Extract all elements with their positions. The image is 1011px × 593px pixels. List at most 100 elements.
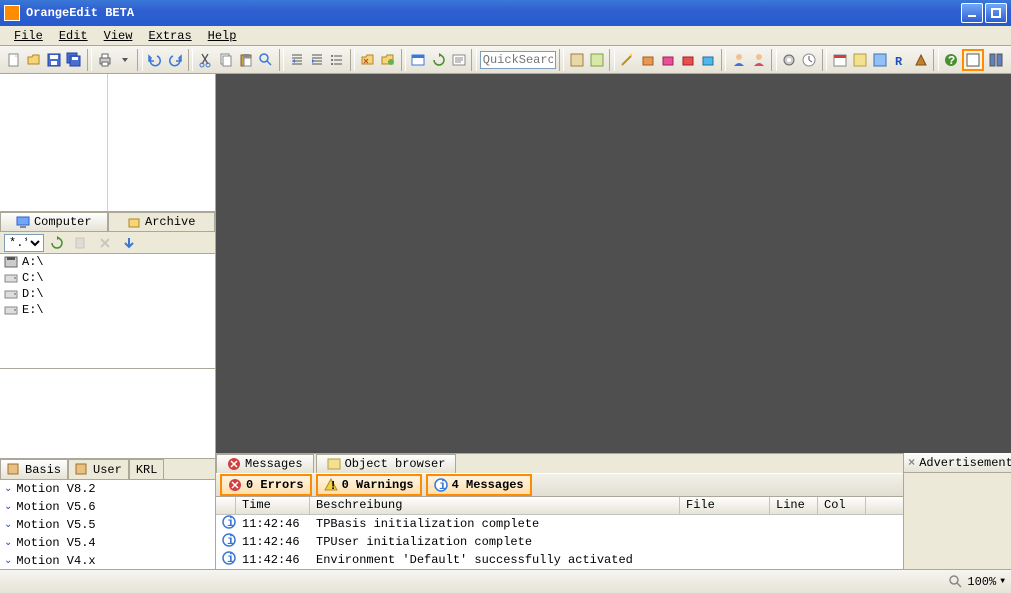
layout-single-icon[interactable] bbox=[962, 49, 984, 71]
help-icon[interactable]: ? bbox=[942, 49, 961, 71]
basis-item[interactable]: ⌄Motion V5.5 bbox=[0, 516, 215, 534]
basis-item[interactable]: ⌄Motion V8.2 bbox=[0, 480, 215, 498]
refresh-icon[interactable] bbox=[429, 49, 448, 71]
save-all-icon[interactable] bbox=[64, 49, 83, 71]
drive-item[interactable]: E:\ bbox=[0, 302, 215, 318]
menubar: File Edit View Extras Help bbox=[0, 26, 1011, 46]
save-icon[interactable] bbox=[44, 49, 63, 71]
tab-basis[interactable]: Basis bbox=[0, 459, 68, 479]
ad-close-button[interactable]: × bbox=[908, 456, 915, 470]
find-icon[interactable] bbox=[257, 49, 276, 71]
svg-text:i: i bbox=[227, 552, 234, 565]
basis-item[interactable]: ⌄Motion V5.6 bbox=[0, 498, 215, 516]
copy-icon[interactable] bbox=[217, 49, 236, 71]
drive-item[interactable]: D:\ bbox=[0, 286, 215, 302]
print-icon[interactable] bbox=[95, 49, 114, 71]
misc2-icon[interactable] bbox=[871, 49, 890, 71]
print-dropdown-icon[interactable] bbox=[115, 49, 134, 71]
box2-icon[interactable] bbox=[658, 49, 677, 71]
chevron-down-icon: ⌄ bbox=[4, 501, 12, 513]
layout-split-icon[interactable] bbox=[985, 49, 1007, 71]
error-icon bbox=[227, 457, 241, 471]
drive-copy-icon bbox=[70, 232, 92, 254]
zoom-level[interactable]: 100% bbox=[967, 575, 996, 589]
box3-icon[interactable] bbox=[678, 49, 697, 71]
drive-filter-select[interactable]: *.* bbox=[4, 234, 44, 252]
undo-icon[interactable] bbox=[146, 49, 165, 71]
message-row[interactable]: i 11:42:46 Environment 'Default' success… bbox=[216, 551, 903, 569]
bottom-tabs: Messages Object browser bbox=[216, 453, 903, 473]
warning-icon: ! bbox=[324, 478, 338, 492]
paste-icon[interactable] bbox=[237, 49, 256, 71]
tab-computer-label: Computer bbox=[34, 215, 92, 229]
maximize-button[interactable] bbox=[985, 3, 1007, 23]
person1-icon[interactable] bbox=[729, 49, 748, 71]
info-icon: i bbox=[222, 551, 236, 565]
folder1-icon[interactable] bbox=[358, 49, 377, 71]
tab-messages[interactable]: Messages bbox=[216, 454, 314, 473]
tool-a-icon[interactable] bbox=[567, 49, 586, 71]
tab-user[interactable]: User bbox=[68, 459, 129, 479]
box4-icon[interactable] bbox=[698, 49, 717, 71]
wand-icon[interactable] bbox=[618, 49, 637, 71]
gear-icon[interactable] bbox=[780, 49, 799, 71]
message-grid[interactable]: Time Beschreibung File Line Col i 11:42:… bbox=[216, 497, 903, 569]
menu-edit[interactable]: Edit bbox=[51, 29, 96, 43]
message-row[interactable]: i 11:42:46 TPUser initialization complet… bbox=[216, 533, 903, 551]
misc3-icon[interactable] bbox=[911, 49, 930, 71]
menu-file[interactable]: File bbox=[6, 29, 51, 43]
filter-errors-button[interactable]: 0 Errors bbox=[220, 474, 312, 496]
tab-archive[interactable]: Archive bbox=[108, 212, 216, 231]
tab-krl[interactable]: KRL bbox=[129, 459, 165, 479]
tab-computer[interactable]: Computer bbox=[0, 212, 108, 231]
robot-icon[interactable]: R bbox=[891, 49, 910, 71]
cut-icon[interactable] bbox=[196, 49, 215, 71]
calendar-icon[interactable] bbox=[830, 49, 849, 71]
col-desc[interactable]: Beschreibung bbox=[310, 497, 680, 514]
error-icon bbox=[228, 478, 242, 492]
zoom-icon[interactable] bbox=[949, 575, 963, 589]
menu-view[interactable]: View bbox=[96, 29, 141, 43]
indent-right-icon[interactable] bbox=[308, 49, 327, 71]
box1-icon[interactable] bbox=[638, 49, 657, 71]
window2-icon[interactable] bbox=[449, 49, 468, 71]
minimize-button[interactable] bbox=[961, 3, 983, 23]
tool-b-icon[interactable] bbox=[587, 49, 606, 71]
filter-messages-button[interactable]: i 4 Messages bbox=[426, 474, 532, 496]
col-col[interactable]: Col bbox=[818, 497, 866, 514]
toolbar: R ? bbox=[0, 46, 1011, 74]
open-file-icon[interactable] bbox=[24, 49, 43, 71]
indent-list-icon[interactable] bbox=[328, 49, 347, 71]
info-icon: i bbox=[222, 533, 236, 547]
menu-extras[interactable]: Extras bbox=[140, 29, 199, 43]
basis-item[interactable]: ⌄Motion V5.4 bbox=[0, 534, 215, 552]
editor-canvas[interactable] bbox=[216, 74, 1011, 453]
message-row[interactable]: i 11:42:46 TPBasis initialization comple… bbox=[216, 515, 903, 533]
new-file-icon[interactable] bbox=[4, 49, 23, 71]
filter-warnings-button[interactable]: ! 0 Warnings bbox=[316, 474, 422, 496]
redo-icon[interactable] bbox=[166, 49, 185, 71]
disk-icon bbox=[4, 287, 18, 301]
col-line[interactable]: Line bbox=[770, 497, 818, 514]
drive-refresh-icon[interactable] bbox=[46, 232, 68, 254]
indent-left-icon[interactable] bbox=[287, 49, 306, 71]
col-file[interactable]: File bbox=[680, 497, 770, 514]
chevron-down-icon: ⌄ bbox=[4, 537, 12, 549]
drive-item[interactable]: C:\ bbox=[0, 270, 215, 286]
quicksearch-input[interactable] bbox=[480, 51, 556, 69]
tab-objectbrowser[interactable]: Object browser bbox=[316, 454, 457, 473]
clock-icon[interactable] bbox=[800, 49, 819, 71]
drive-item[interactable]: A:\ bbox=[0, 254, 215, 270]
menu-help[interactable]: Help bbox=[200, 29, 245, 43]
zoom-dropdown-icon[interactable]: ▼ bbox=[1000, 577, 1005, 586]
main-area: Computer Archive *.* A:\ C:\ D:\ E:\ Bas… bbox=[0, 74, 1011, 569]
person2-icon[interactable] bbox=[749, 49, 768, 71]
folder2-icon[interactable] bbox=[378, 49, 397, 71]
basis-item[interactable]: ⌄Motion V4.x bbox=[0, 552, 215, 569]
col-time[interactable]: Time bbox=[236, 497, 310, 514]
chevron-down-icon: ⌄ bbox=[4, 555, 12, 567]
window1-icon[interactable] bbox=[409, 49, 428, 71]
chevron-down-icon: ⌄ bbox=[4, 483, 12, 495]
misc1-icon[interactable] bbox=[851, 49, 870, 71]
drive-down-icon[interactable] bbox=[118, 232, 140, 254]
